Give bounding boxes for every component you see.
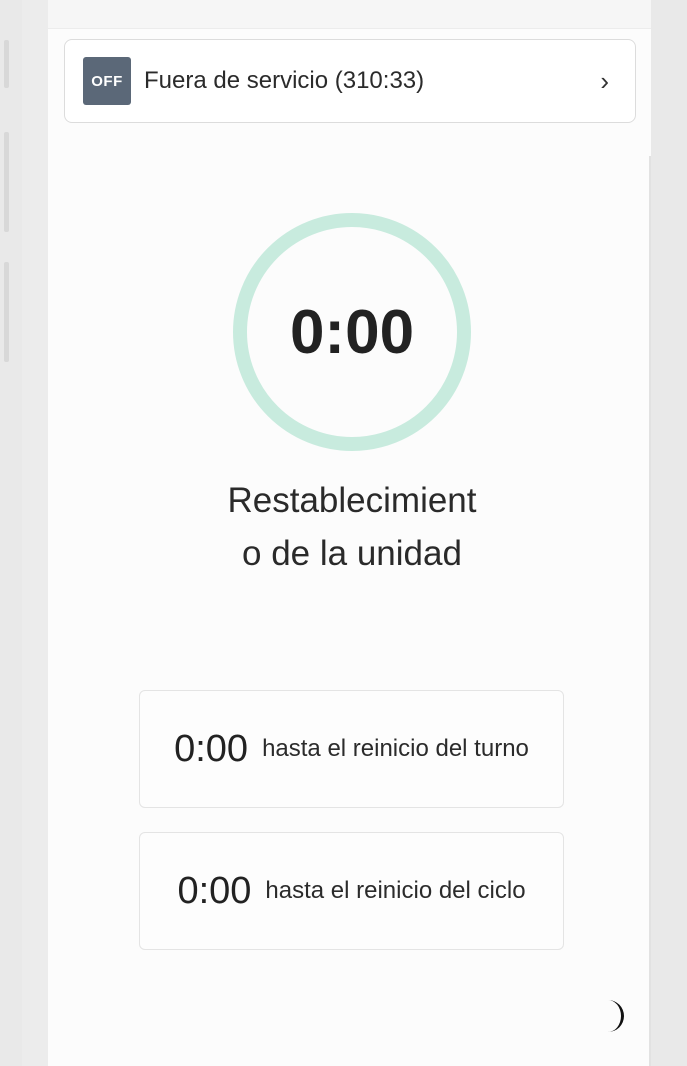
shift-reset-time: 0:00	[174, 727, 249, 770]
divider	[649, 156, 651, 1066]
unit-reset-caption: Restablecimiento de la unidad	[227, 481, 477, 573]
device-button	[4, 132, 9, 232]
chevron-right-icon: ›	[600, 66, 609, 96]
device-bezel-right	[651, 0, 687, 1066]
duty-status-badge: OFF	[83, 57, 131, 105]
top-strip	[48, 0, 651, 29]
device-button	[4, 40, 9, 88]
cycle-reset-time: 0:00	[177, 869, 252, 912]
cycle-reset-card: 0:00 hasta el reinicio del ciclo	[139, 832, 564, 950]
moon-icon[interactable]	[600, 996, 630, 1036]
unit-reset-timer: 0:00	[228, 208, 476, 456]
unit-reset-time: 0:00	[289, 297, 415, 367]
device-bezel-left	[0, 0, 22, 1066]
cycle-reset-label: hasta el reinicio del ciclo	[265, 877, 526, 904]
app-screen: OFF Fuera de servicio (310:33) › 0:00 Re…	[48, 0, 651, 1066]
duty-status-label: Fuera de servicio (310:33)	[144, 67, 425, 94]
shift-reset-card: 0:00 hasta el reinicio del turno	[139, 690, 564, 808]
shift-reset-label: hasta el reinicio del turno	[262, 735, 529, 762]
duty-status-button[interactable]: OFF Fuera de servicio (310:33) ›	[64, 39, 636, 123]
device-button	[4, 262, 9, 362]
